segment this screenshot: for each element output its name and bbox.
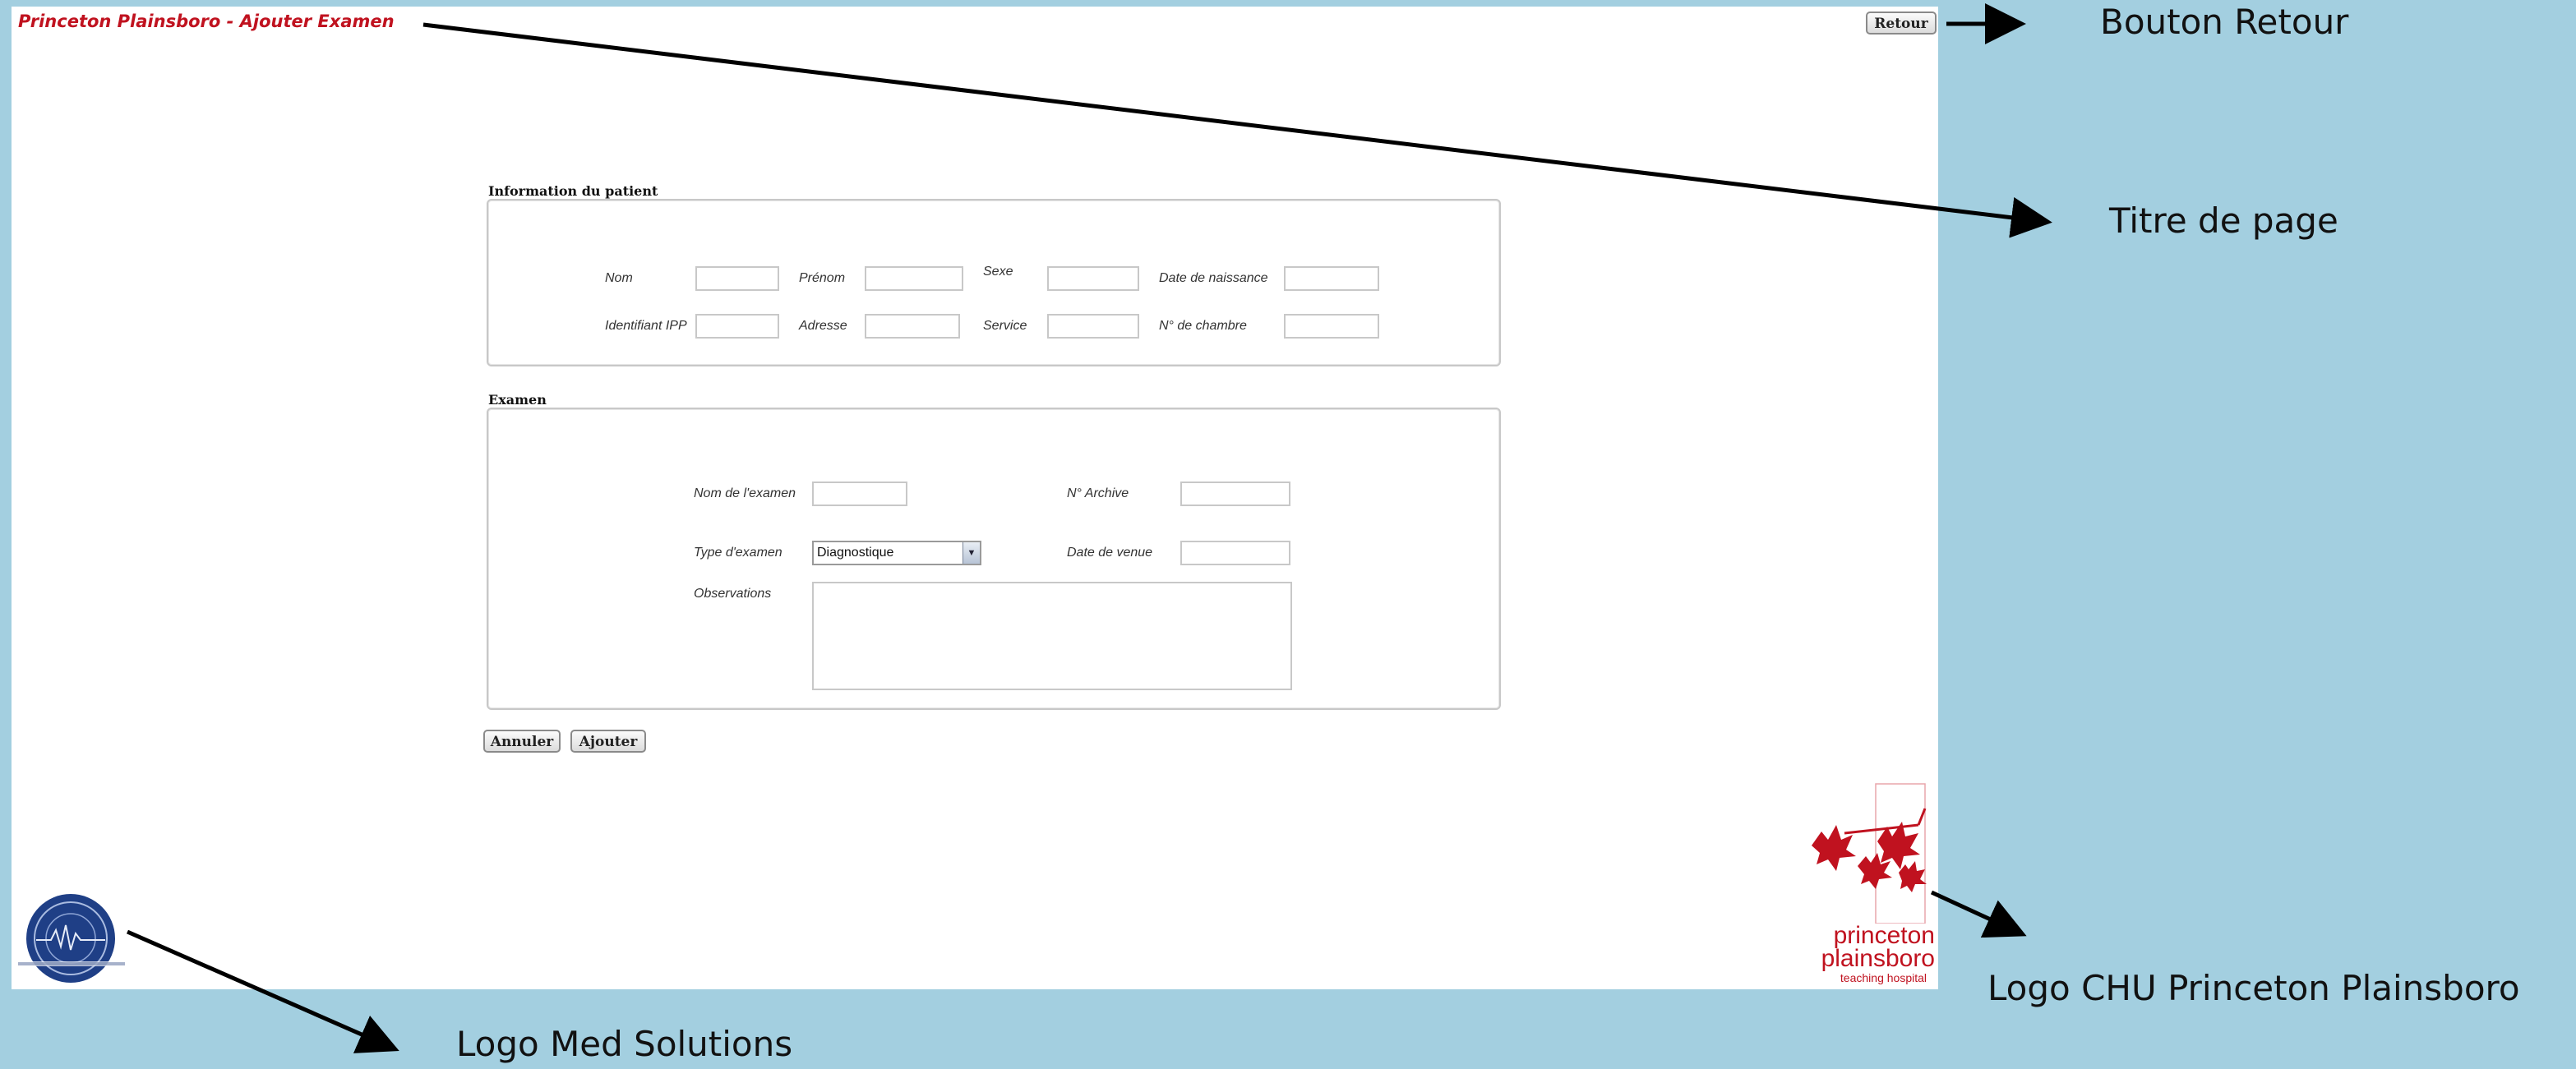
arrow-hospital-logo <box>1930 890 2027 938</box>
annotation-arrows <box>126 3 2052 1053</box>
arrow-page-title <box>422 22 2052 238</box>
arrow-medsolutions-logo <box>126 929 399 1053</box>
annotation-back-button: Bouton Retour <box>2100 2 2349 42</box>
annotation-hospital-logo: Logo CHU Princeton Plainsboro <box>1987 968 2520 1008</box>
annotation-page-title: Titre de page <box>2109 200 2338 241</box>
annotation-medsolutions-logo: Logo Med Solutions <box>456 1024 793 1064</box>
